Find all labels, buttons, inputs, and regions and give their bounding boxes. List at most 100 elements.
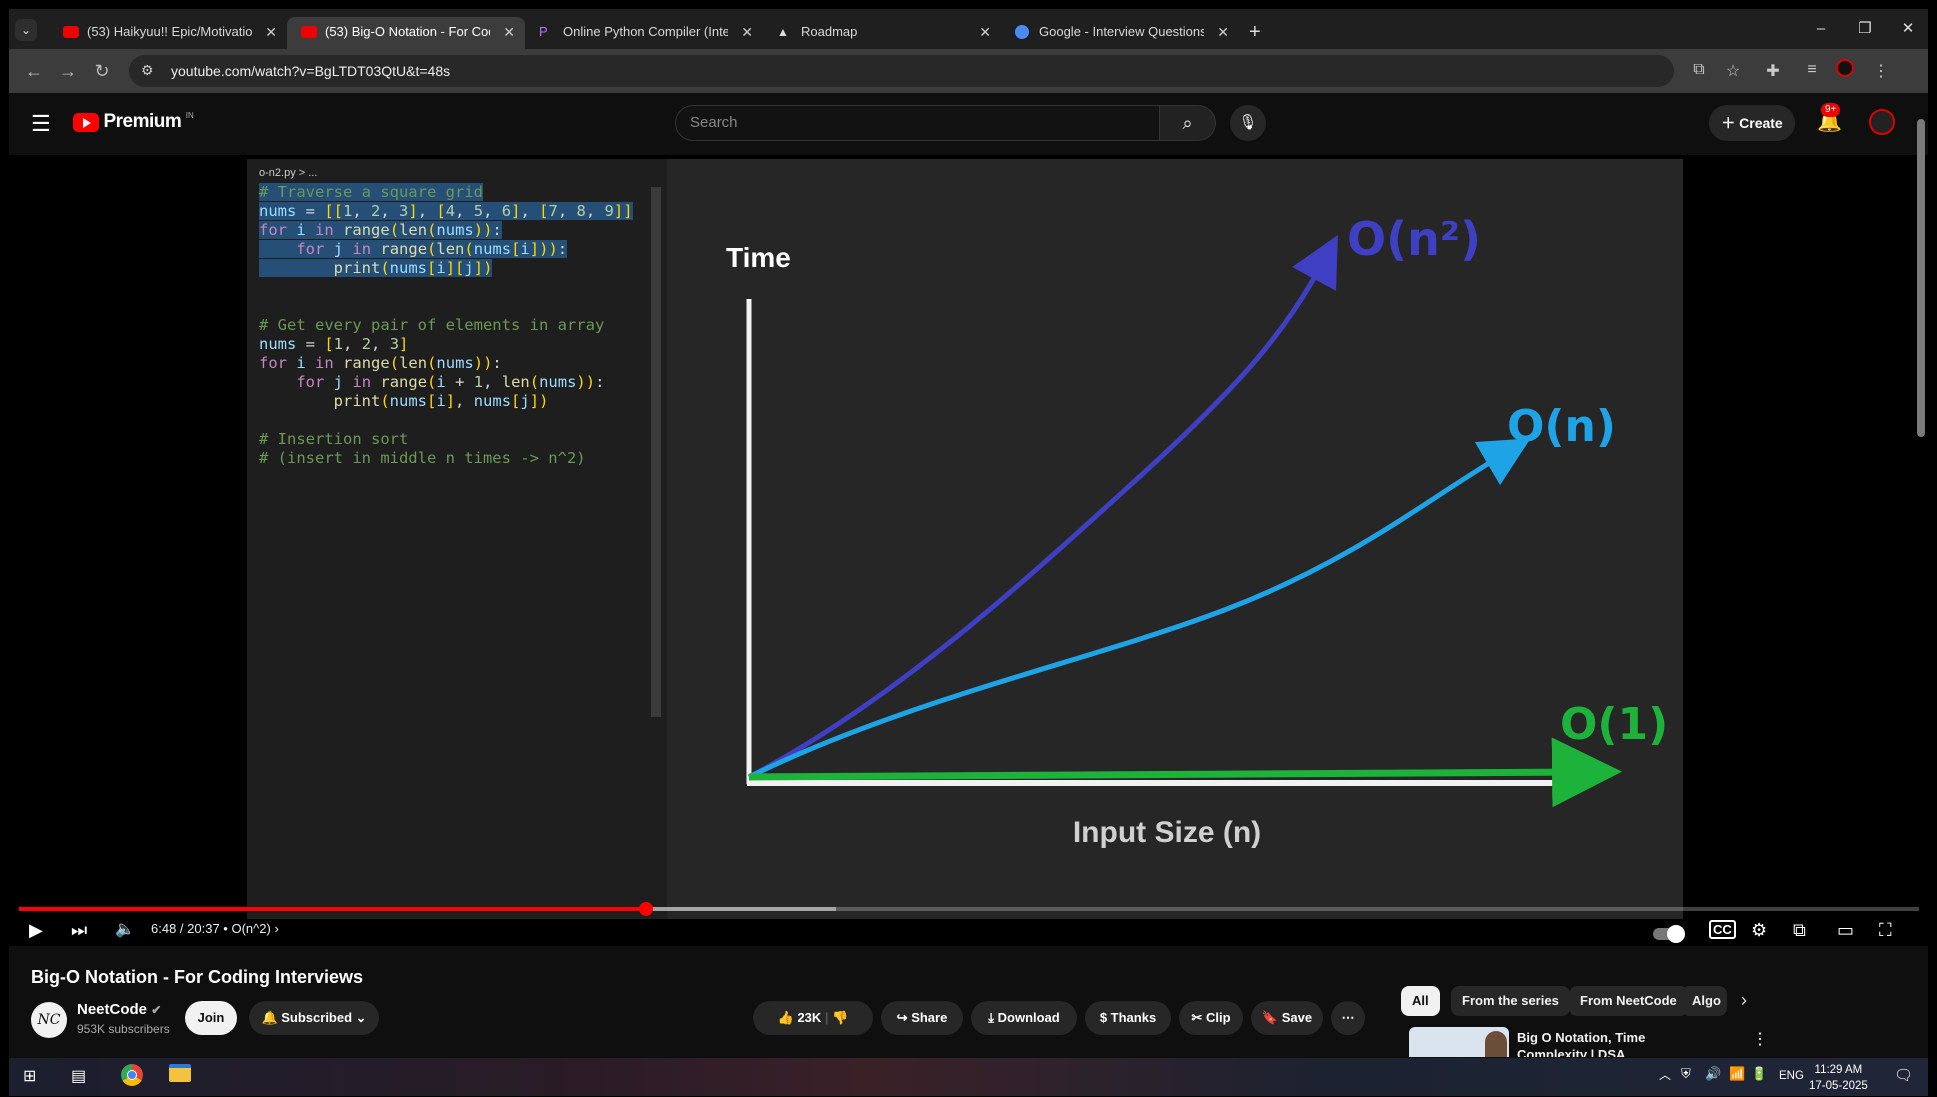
miniplayer-icon[interactable]: ⧉ [1793,919,1806,941]
minimize-button[interactable]: – [1806,17,1836,41]
chrome-icon[interactable] [121,1064,143,1091]
tab-haikyuu[interactable]: (53) Haikyuu!! Epic/Motivationa ✕ [49,17,287,49]
chip-all[interactable]: All [1401,986,1440,1016]
channel-avatar[interactable]: NC [31,1002,67,1038]
y-axis-label: Time [726,242,791,273]
video-player[interactable]: o-n2.py > ... # Traverse a square grid nu… [9,155,1928,946]
rocket-icon: ▲ [777,25,789,39]
dislike-button[interactable]: 👎 [832,1010,848,1025]
install-app-icon[interactable]: ⧉ [1688,61,1710,79]
scrubber-handle[interactable] [639,902,653,916]
browser-toolbar: ← → ↻ ⚙ youtube.com/watch?v=BgLTDT03QtU&… [9,49,1928,93]
thanks-button[interactable]: $ Thanks [1085,1001,1171,1035]
clip-button[interactable]: ✂ Clip [1179,1001,1243,1035]
recommended-menu-icon[interactable]: ⋮ [1752,1029,1768,1049]
curve-o-1 [748,737,1622,808]
reload-button[interactable]: ↻ [89,59,115,83]
notifications-center-icon[interactable]: 🗨 [1894,1066,1913,1084]
tab-roadmap[interactable]: ▲ Roadmap ✕ [763,17,1001,49]
language-indicator[interactable]: ENG [1779,1070,1804,1082]
profile-avatar[interactable] [1834,59,1856,82]
plus-icon: ＋ [1721,115,1740,131]
autoplay-toggle[interactable] [1653,923,1685,945]
close-window-button[interactable]: ✕ [1893,17,1923,41]
restore-button[interactable]: ❐ [1850,17,1880,41]
task-view-icon[interactable]: ▤ [71,1066,86,1086]
search-input[interactable] [690,114,1130,131]
more-actions-button[interactable]: ⋯ [1331,1001,1365,1035]
chip-from-series[interactable]: From the series [1451,986,1570,1016]
join-button[interactable]: Join [185,1001,237,1035]
speaker-icon[interactable]: 🔊 [1705,1066,1721,1082]
youtube-logo[interactable]: Premium IN [73,111,194,135]
wifi-icon[interactable]: 📶 [1729,1066,1745,1082]
bookmark-star-icon[interactable]: ☆ [1722,61,1744,81]
microphone-icon: 🎙 [1238,114,1258,131]
thanks-label: Thanks [1110,1010,1157,1025]
like-button[interactable]: 👍 23K [778,1010,822,1025]
close-tab-icon[interactable]: ✕ [979,17,991,47]
video-frame[interactable]: o-n2.py > ... # Traverse a square grid nu… [247,159,1683,919]
recommended-thumbnail[interactable] [1409,1027,1509,1057]
download-button[interactable]: ⤓ Download [971,1001,1077,1035]
theater-mode-icon[interactable]: ▭ [1837,919,1854,941]
volume-icon[interactable]: 🔈 [115,919,135,941]
security-icon[interactable]: ⛨ [1681,1066,1691,1082]
windows-start-icon[interactable]: ⊞ [23,1066,36,1086]
voice-search-button[interactable]: 🎙 [1230,105,1266,141]
create-label: Create [1739,115,1783,131]
played-bar [19,907,646,911]
page-scrollbar[interactable] [1917,119,1925,437]
system-clock[interactable]: 11:29 AM 17-05-2025 [1809,1062,1868,1094]
share-button[interactable]: ↪ Share [881,1001,963,1035]
close-tab-icon[interactable]: ✕ [265,17,277,47]
logo-country: IN [185,111,194,120]
chip-from-neetcode[interactable]: From NeetCode [1569,986,1688,1016]
back-button[interactable]: ← [21,59,47,83]
download-label: Download [997,1010,1060,1025]
file-explorer-icon[interactable] [169,1064,191,1087]
close-tab-icon[interactable]: ✕ [1217,17,1229,47]
save-button[interactable]: 🔖 Save [1251,1001,1323,1035]
address-bar[interactable]: ⚙ youtube.com/watch?v=BgLTDT03QtU&t=48s [129,55,1674,87]
new-tab-button[interactable]: + [1249,17,1261,47]
next-button[interactable]: ⏭ [71,919,87,941]
close-tab-icon[interactable]: ✕ [503,17,515,47]
browser-menu-icon[interactable]: ⋮ [1870,61,1892,81]
windows-taskbar: ⊞ ▤ ︿ ⛨ 🔊 📶 🔋 ENG 11:29 AM 17-05-2025 🗨 [9,1058,1928,1096]
fullscreen-icon[interactable]: ⛶ [1879,919,1892,941]
settings-gear-icon[interactable]: ⚙ [1751,919,1767,941]
code-line: print(nums[i], nums[j]) [333,392,549,410]
tab-google[interactable]: Google - Interview Questions | ✕ [1001,17,1239,49]
site-info-icon[interactable]: ⚙ [141,62,154,79]
captions-icon[interactable]: CC [1709,919,1736,941]
progress-bar[interactable] [19,902,1919,916]
search-box [675,105,1160,141]
battery-icon[interactable]: 🔋 [1751,1066,1767,1082]
tray-overflow-icon[interactable]: ︿ [1659,1066,1671,1083]
subscribed-button[interactable]: 🔔 Subscribed ⌄ [249,1001,379,1035]
tab-title: Google - Interview Questions | [1039,24,1204,39]
close-tab-icon[interactable]: ✕ [741,17,753,47]
channel-name[interactable]: NeetCode ✔ [77,1001,161,1018]
media-control-icon[interactable]: ≡ [1801,61,1823,79]
tab-search-button[interactable]: ⌄ [15,19,37,41]
recommended-title[interactable]: Big O Notation, Time Complexity | DSA [1517,1029,1657,1057]
chip-algo[interactable]: Algo [1681,986,1727,1016]
tab-python-compiler[interactable]: P Online Python Compiler (Interp ✕ [525,17,763,49]
menu-icon[interactable]: ☰ [31,111,51,137]
time-text: 6:48 / 20:37 [151,921,220,936]
code-editor: o-n2.py > ... # Traverse a square grid nu… [247,159,667,919]
create-button[interactable]: ＋ Create [1709,105,1795,141]
extensions-icon[interactable]: ✚ [1762,61,1784,81]
chevron-right-icon[interactable]: › [1741,990,1747,1011]
chapter-title[interactable]: O(n^2) [231,921,270,936]
tab-big-o[interactable]: (53) Big-O Notation - For Codin ✕ [287,17,525,49]
play-button[interactable]: ▶ [29,919,43,941]
chevron-right-icon[interactable]: › [274,921,278,936]
curve-label-o-n: O(n) [1507,401,1616,452]
account-avatar[interactable] [1869,109,1895,135]
search-button[interactable]: ⌕ [1160,105,1216,141]
youtube-icon [63,26,79,38]
forward-button[interactable]: → [55,59,81,83]
